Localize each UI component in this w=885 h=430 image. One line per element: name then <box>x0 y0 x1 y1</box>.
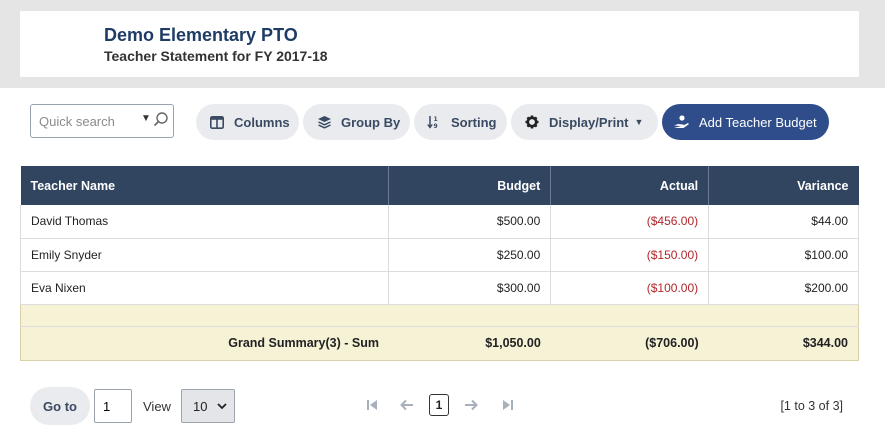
search-icon[interactable] <box>152 111 170 129</box>
org-name: Demo Elementary PTO <box>104 25 298 45</box>
sorting-label: Sorting <box>451 114 497 130</box>
report-title: Teacher Statement for FY 2017-18 <box>104 48 328 64</box>
column-header-actual[interactable]: Actual <box>550 166 710 205</box>
sort-icon: 19 <box>425 113 443 131</box>
display-print-button[interactable]: Display/Print ▼ <box>511 104 658 140</box>
actual-cell: ($100.00) <box>550 271 710 305</box>
spacer-cell <box>708 304 859 327</box>
actual-cell: ($456.00) <box>550 205 710 239</box>
spacer-cell <box>388 304 551 327</box>
spacer-cell <box>19 304 389 327</box>
summary-spacer-row <box>19 304 859 327</box>
teacher-name-cell: Eva Nixen <box>19 271 390 305</box>
teacher-name-cell: Emily Snyder <box>19 238 390 272</box>
budget-cell: $250.00 <box>388 238 552 272</box>
group-by-button[interactable]: Group By <box>303 104 410 140</box>
page-size-select[interactable]: 10 <box>181 389 235 423</box>
toolbar: ▼ Columns Group By 19 Sorting Display/Pr… <box>0 100 885 144</box>
caret-down-icon[interactable]: ▼ <box>141 113 151 124</box>
page-size-value: 10 <box>193 398 208 414</box>
view-label: View <box>143 399 171 414</box>
column-header-budget[interactable]: Budget <box>388 166 552 205</box>
actual-total: ($706.00) <box>550 326 709 361</box>
spacer-cell <box>550 304 709 327</box>
table-header-row: Teacher Name Budget Actual Variance <box>20 166 859 205</box>
layers-icon <box>315 113 333 131</box>
svg-text:1: 1 <box>434 116 438 123</box>
caret-down-icon: ▼ <box>634 117 644 127</box>
sorting-button[interactable]: 19 Sorting <box>414 104 507 140</box>
pagination-bar: Go to View 10 1 [1 to 3 of 3] <box>0 385 885 425</box>
search-input[interactable] <box>39 112 135 130</box>
go-to-button[interactable]: Go to <box>30 387 90 425</box>
budget-total: $1,050.00 <box>388 326 551 361</box>
prev-page-icon[interactable] <box>399 397 415 413</box>
column-header-variance[interactable]: Variance <box>708 166 859 205</box>
actual-cell: ($150.00) <box>550 238 710 272</box>
gear-icon <box>523 113 541 131</box>
group-by-label: Group By <box>341 114 401 130</box>
table-row[interactable]: Eva Nixen $300.00 ($100.00) $200.00 <box>19 271 859 305</box>
budget-cell: $300.00 <box>388 271 552 305</box>
teacher-name-cell: David Thomas <box>19 205 390 239</box>
variance-cell: $44.00 <box>708 205 859 239</box>
teacher-statement-table: Teacher Name Budget Actual Variance Davi… <box>19 166 859 361</box>
quick-search[interactable]: ▼ <box>30 104 174 138</box>
columns-label: Columns <box>234 114 290 130</box>
report-header: Demo Elementary PTO Teacher Statement fo… <box>20 11 859 77</box>
variance-cell: $200.00 <box>708 271 859 305</box>
current-page-button[interactable]: 1 <box>429 394 449 416</box>
table-row[interactable]: Emily Snyder $250.00 ($150.00) $100.00 <box>19 238 859 272</box>
variance-cell: $100.00 <box>708 238 859 272</box>
next-page-icon[interactable] <box>463 397 479 413</box>
variance-total: $344.00 <box>708 326 859 361</box>
display-print-label: Display/Print <box>549 114 629 130</box>
first-page-icon[interactable] <box>364 397 380 413</box>
grand-summary-label: Grand Summary(3) - Sum <box>19 326 389 361</box>
columns-button[interactable]: Columns <box>196 104 299 140</box>
last-page-icon[interactable] <box>500 397 516 413</box>
hand-coin-icon <box>672 113 690 131</box>
columns-icon <box>208 113 226 131</box>
table-row[interactable]: David Thomas $500.00 ($456.00) $44.00 <box>19 205 859 239</box>
budget-cell: $500.00 <box>388 205 552 239</box>
chevron-down-icon <box>217 403 227 410</box>
record-range: [1 to 3 of 3] <box>780 399 843 413</box>
column-header-teacher-name[interactable]: Teacher Name <box>20 166 390 205</box>
grand-summary-row: Grand Summary(3) - Sum $1,050.00 ($706.0… <box>19 326 859 361</box>
add-teacher-budget-button[interactable]: Add Teacher Budget <box>662 104 829 140</box>
svg-text:9: 9 <box>434 123 438 129</box>
add-teacher-budget-label: Add Teacher Budget <box>699 114 817 130</box>
page-number-input[interactable] <box>94 389 132 423</box>
